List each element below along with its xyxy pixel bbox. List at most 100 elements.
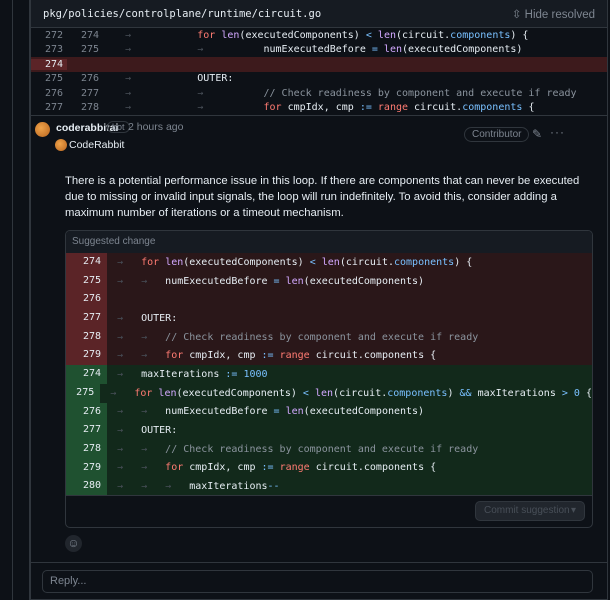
code-token: → → <box>125 102 264 114</box>
more-options-icon[interactable]: ··· <box>550 125 565 139</box>
code-token: (circuit. <box>395 29 451 41</box>
code-token: len <box>321 256 340 268</box>
code-token: → → <box>117 406 166 418</box>
removed-line: 277 → OUTER: <box>66 309 592 328</box>
code-token: len <box>165 256 184 268</box>
code-token: len <box>383 44 402 56</box>
line-number: 279 <box>66 346 107 366</box>
old-line-number[interactable]: 275 <box>31 73 67 84</box>
caret-down-icon[interactable]: ▾ <box>571 505 576 517</box>
old-line-number[interactable]: 277 <box>31 102 67 113</box>
code-token: len <box>221 29 240 41</box>
code-token: components <box>394 256 455 268</box>
new-line-number[interactable]: 277 <box>67 88 103 99</box>
code-text: → OUTER: <box>103 73 233 84</box>
add-reaction-smiley-icon[interactable]: ☺ <box>65 535 82 552</box>
added-line: 277 → OUTER: <box>66 421 592 440</box>
added-line: 280 → → → maxIterations-- <box>66 477 592 496</box>
code-token: ) <box>447 387 460 399</box>
code-token: (executedComponents) <box>303 275 425 287</box>
code-token: → → <box>117 350 166 362</box>
code-token: → <box>110 387 135 399</box>
removed-line: 275 → → numExecutedBefore = len(executedC… <box>66 271 592 291</box>
old-line-number[interactable]: 276 <box>31 88 67 99</box>
code-token: // Check readiness by component and exec… <box>263 87 577 99</box>
comment-time[interactable]: 2 hours ago <box>128 121 183 133</box>
code-text: → OUTER: <box>107 425 177 436</box>
code-token: → → <box>125 44 264 56</box>
line-number: 275 <box>66 271 107 291</box>
code-token: ) { <box>454 256 473 268</box>
code-token: (executedComponents) <box>183 256 310 268</box>
removed-line: 276 <box>66 290 592 310</box>
code-text: → maxIterations := 1000 <box>107 369 268 380</box>
code-token: → → <box>117 443 166 455</box>
old-line-number[interactable]: 272 <box>31 30 67 41</box>
diff-line: 276 277 → → // Check readiness by componen… <box>31 86 607 101</box>
code-token: numExecutedBefore <box>165 406 274 418</box>
code-token: 1000 <box>243 368 268 380</box>
code-text: → → for cmpIdx, cmp := range circuit.com… <box>107 462 436 473</box>
line-number: 280 <box>66 477 107 496</box>
code-token: { <box>579 387 592 399</box>
line-number: 278 <box>66 327 107 347</box>
code-token: → <box>125 73 198 85</box>
edit-icon[interactable]: ✎ <box>532 127 542 141</box>
new-line-number[interactable]: 274 <box>67 30 103 41</box>
code-text: → → // Check readiness by component and … <box>103 88 577 99</box>
code-token: → <box>125 29 198 41</box>
diff-line: 277 278 → → for cmpIdx, cmp := range circu… <box>31 101 607 116</box>
commit-suggestion-button[interactable]: Commit suggestion ▾ <box>475 501 585 521</box>
code-token: maxIterations <box>189 481 268 493</box>
contributor-badge: Contributor <box>464 127 530 142</box>
divider <box>30 562 608 563</box>
code-token: range <box>279 350 316 362</box>
file-path[interactable]: pkg/policies/controlplane/runtime/circui… <box>43 8 512 20</box>
old-line-number[interactable]: 274 <box>31 58 67 70</box>
new-line-number[interactable]: 278 <box>67 102 103 113</box>
added-line: 278 → → // Check readiness by component a… <box>66 439 592 459</box>
new-line-number[interactable]: 276 <box>67 73 103 84</box>
code-token: (circuit. <box>339 256 394 268</box>
code-token: := <box>225 368 238 380</box>
code-token: numExecutedBefore <box>263 44 372 56</box>
diff-line: 272 274 → for len(executedComponents) < le… <box>31 28 607 43</box>
line-number: 279 <box>66 458 107 478</box>
code-token: (executedComponents) <box>239 29 366 41</box>
hide-resolved-button[interactable]: ⇳ Hide resolved <box>512 7 595 21</box>
new-line-number[interactable]: 275 <box>67 44 103 55</box>
app-name[interactable]: CodeRabbit <box>69 139 124 151</box>
code-token: for <box>197 29 222 41</box>
diff-line: 274 <box>31 57 607 72</box>
code-token: → <box>117 368 142 380</box>
app-attribution: CodeRabbit <box>55 139 124 151</box>
code-token: len <box>377 29 396 41</box>
code-token: numExecutedBefore <box>165 275 274 287</box>
old-line-number[interactable]: 273 <box>31 44 67 55</box>
line-number: 278 <box>66 439 107 459</box>
comment-body: There is a potential performance issue i… <box>65 175 580 219</box>
code-text: → → // Check readiness by component and … <box>107 332 478 343</box>
code-token: for <box>141 256 166 268</box>
code-token: → → <box>125 87 264 99</box>
avatar[interactable] <box>35 122 50 137</box>
code-token: (circuit. <box>333 387 388 399</box>
code-token: len <box>285 275 304 287</box>
code-token: (executedComponents) <box>176 387 303 399</box>
added-line: 274 → maxIterations := 1000 <box>66 365 592 384</box>
removed-line: 278 → → // Check readiness by component a… <box>66 327 592 347</box>
line-number: 277 <box>66 421 107 440</box>
code-token: cmpIdx, cmp <box>287 102 360 114</box>
code-token: len <box>314 387 334 399</box>
code-token: cmpIdx, cmp <box>189 350 262 362</box>
code-token: maxIterations <box>471 387 562 399</box>
line-number: 277 <box>66 309 107 328</box>
reply-input[interactable]: Reply... <box>42 570 593 593</box>
code-token: ) { <box>510 29 529 41</box>
line-number: 274 <box>66 253 107 272</box>
code-token: && <box>459 387 472 399</box>
diff-line: 275 276 → OUTER: <box>31 72 607 87</box>
code-token: → → <box>117 275 166 287</box>
removed-line: 279 → → for cmpIdx, cmp := range circuit.… <box>66 346 592 366</box>
code-token: for <box>165 350 190 362</box>
